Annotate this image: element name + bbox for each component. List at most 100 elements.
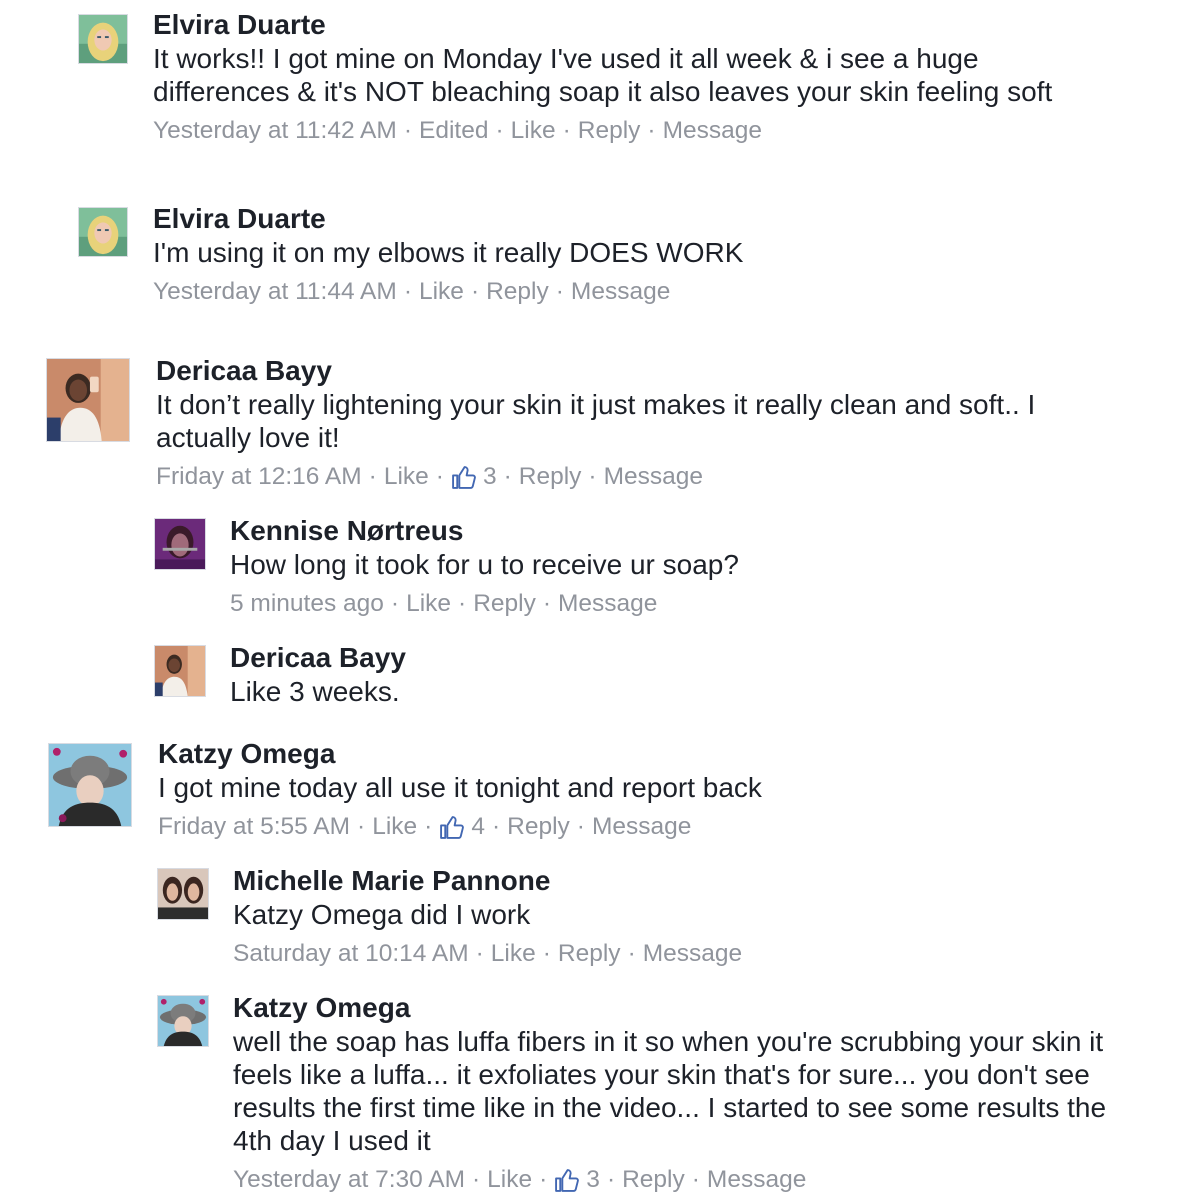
separator-dot: · xyxy=(357,813,366,840)
like-count[interactable]: 4 xyxy=(439,812,485,842)
comment-text: I'm using it on my elbows it really DOES… xyxy=(153,237,744,268)
comment-timestamp[interactable]: Yesterday at 11:44 AM xyxy=(153,277,397,307)
comment-author[interactable]: Michelle Marie Pannone xyxy=(233,864,1133,898)
like-count-value: 4 xyxy=(471,813,485,840)
avatar-photo xyxy=(158,869,208,919)
like-button[interactable]: Like xyxy=(419,277,464,307)
reply-button[interactable]: Reply xyxy=(507,812,570,842)
comment-timestamp[interactable]: 5 minutes ago xyxy=(230,589,384,619)
avatar[interactable] xyxy=(154,518,206,570)
message-button[interactable]: Message xyxy=(604,462,703,492)
like-count[interactable]: 3 xyxy=(451,462,497,492)
comment-meta: 5 minutes ago · Like · Reply · Message xyxy=(230,589,1130,619)
separator-dot: · xyxy=(606,1166,616,1193)
separator-dot: · xyxy=(458,590,467,617)
comment-author[interactable]: Katzy Omega xyxy=(233,991,1153,1025)
separator-dot: · xyxy=(555,278,564,305)
comment-timestamp[interactable]: Saturday at 10:14 AM xyxy=(233,939,469,969)
avatar[interactable] xyxy=(48,743,132,827)
separator-dot: · xyxy=(691,1166,700,1193)
separator-dot: · xyxy=(403,278,412,305)
separator-dot: · xyxy=(647,117,656,144)
avatar-photo xyxy=(158,996,208,1046)
avatar-photo xyxy=(79,208,127,256)
comment-text: Like 3 weeks. xyxy=(230,676,400,707)
like-button[interactable]: Like xyxy=(491,939,536,969)
separator-dot: · xyxy=(588,463,597,490)
separator-dot: · xyxy=(475,940,484,967)
avatar-photo xyxy=(79,15,127,63)
thumbs-up-icon xyxy=(451,465,476,490)
separator-dot: · xyxy=(542,940,551,967)
separator-dot: · xyxy=(627,940,636,967)
comment-text: well the soap has luffa fibers in it so … xyxy=(233,1026,1107,1156)
comment-meta: Yesterday at 11:42 AM · Edited · Like · … xyxy=(153,116,1153,146)
avatar-photo xyxy=(155,646,205,696)
like-button[interactable]: Like xyxy=(384,462,429,492)
avatar[interactable] xyxy=(157,995,209,1047)
edited-label[interactable]: Edited xyxy=(419,116,488,146)
message-button[interactable]: Message xyxy=(663,116,762,146)
avatar[interactable] xyxy=(154,645,206,697)
like-button[interactable]: Like xyxy=(372,812,417,842)
separator-dot: · xyxy=(491,813,501,840)
comment-meta: Friday at 5:55 AM · Like · 4 · Reply · M… xyxy=(158,812,1168,842)
separator-dot: · xyxy=(435,463,444,490)
avatar-photo xyxy=(49,744,131,826)
reply-button[interactable]: Reply xyxy=(486,277,549,307)
like-count[interactable]: 3 xyxy=(554,1165,600,1195)
comment-meta: Friday at 12:16 AM · Like · 3 · Reply · … xyxy=(156,462,1166,492)
thumbs-up-icon xyxy=(554,1168,580,1193)
reply-button[interactable]: Reply xyxy=(519,462,582,492)
comment-meta: Yesterday at 11:44 AM · Like · Reply · M… xyxy=(153,277,1153,307)
message-button[interactable]: Message xyxy=(707,1165,806,1195)
comment-author[interactable]: Dericaa Bayy xyxy=(156,354,1166,388)
like-button[interactable]: Like xyxy=(487,1165,532,1195)
comment-meta: Saturday at 10:14 AM · Like · Reply · Me… xyxy=(233,939,1133,969)
comment-timestamp[interactable]: Yesterday at 7:30 AM xyxy=(233,1165,465,1195)
avatar-photo xyxy=(155,519,205,569)
separator-dot: · xyxy=(424,813,433,840)
separator-dot: · xyxy=(503,463,512,490)
reply-button[interactable]: Reply xyxy=(558,939,621,969)
comment-text: It don’t really lightening your skin it … xyxy=(156,389,1036,453)
comment-author[interactable]: Elvira Duarte xyxy=(153,202,1153,236)
separator-dot: · xyxy=(562,117,571,144)
comment-timestamp[interactable]: Yesterday at 11:42 AM xyxy=(153,116,397,146)
message-button[interactable]: Message xyxy=(643,939,742,969)
comment-text: Katzy Omega did I work xyxy=(233,899,531,930)
comment-text: How long it took for u to receive ur soa… xyxy=(230,549,739,580)
thumbs-up-icon xyxy=(439,815,465,840)
message-button[interactable]: Message xyxy=(571,277,670,307)
reply-button[interactable]: Reply xyxy=(473,589,536,619)
separator-dot: · xyxy=(542,590,552,617)
separator-dot: · xyxy=(368,463,377,490)
separator-dot: · xyxy=(576,813,585,840)
like-button[interactable]: Like xyxy=(406,589,451,619)
avatar[interactable] xyxy=(78,207,128,257)
separator-dot: · xyxy=(390,590,400,617)
like-button[interactable]: Like xyxy=(511,116,556,146)
avatar[interactable] xyxy=(78,14,128,64)
separator-dot: · xyxy=(539,1166,548,1193)
avatar[interactable] xyxy=(157,868,209,920)
like-count-value: 3 xyxy=(586,1166,600,1193)
separator-dot: · xyxy=(495,117,504,144)
comment-timestamp[interactable]: Friday at 12:16 AM xyxy=(156,462,362,492)
comment-meta: Yesterday at 7:30 AM · Like · 3 · Reply … xyxy=(233,1165,1153,1195)
comment-author[interactable]: Elvira Duarte xyxy=(153,8,1153,42)
avatar-photo xyxy=(47,359,129,441)
reply-button[interactable]: Reply xyxy=(578,116,641,146)
comment-author[interactable]: Kennise Nørtreus xyxy=(230,514,1130,548)
comment-author[interactable]: Katzy Omega xyxy=(158,737,1168,771)
avatar[interactable] xyxy=(46,358,130,442)
comment-author[interactable]: Dericaa Bayy xyxy=(230,641,1130,675)
comment-timestamp[interactable]: Friday at 5:55 AM xyxy=(158,812,350,842)
comment-text: It works!! I got mine on Monday I've use… xyxy=(153,43,1053,107)
message-button[interactable]: Message xyxy=(592,812,691,842)
message-button[interactable]: Message xyxy=(558,589,657,619)
separator-dot: · xyxy=(403,117,412,144)
like-count-value: 3 xyxy=(482,463,497,490)
reply-button[interactable]: Reply xyxy=(622,1165,685,1195)
separator-dot: · xyxy=(470,278,480,305)
